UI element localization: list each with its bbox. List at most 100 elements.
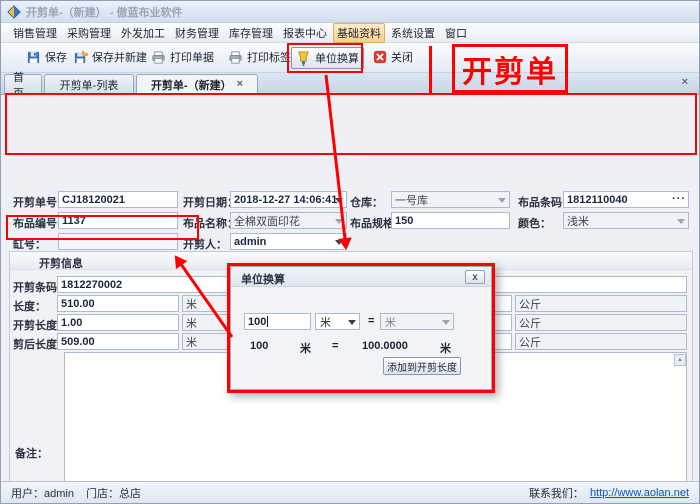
fabric-name-field[interactable]: 全棉双面印花: [230, 212, 347, 229]
cut-info-title: 开剪信息: [39, 255, 83, 271]
chevron-down-icon[interactable]: [348, 320, 356, 325]
browse-dots-icon[interactable]: ···: [672, 193, 686, 205]
fabric-barcode-field[interactable]: 1812110040 ···: [563, 191, 689, 208]
fabric-name-value: 全棉双面印花: [234, 213, 300, 229]
vat-no-label: 缸号：: [13, 236, 46, 252]
length-unit-value: 米: [186, 296, 197, 312]
chevron-down-icon: [498, 198, 506, 203]
tab-bar: 首页 开剪单-列表 开剪单-（新建） ×: [1, 73, 699, 95]
unit-convert-dialog: 单位换算 x 100 米 = 米 100 米 = 100.0000 米: [230, 266, 492, 390]
color-field[interactable]: 浅米: [563, 212, 689, 229]
length-field[interactable]: 510.00: [57, 295, 179, 312]
menu-system-settings[interactable]: 系统设置: [387, 23, 439, 43]
cut-barcode-value: 1812270002: [61, 279, 122, 291]
window-title: 开剪单-（新建） - 傲蓝布业软件: [26, 4, 182, 20]
tab-cut-order-new[interactable]: 开剪单-（新建） ×: [136, 74, 258, 94]
chevron-down-icon: [677, 219, 685, 224]
to-unit-select[interactable]: 米: [380, 313, 454, 330]
pane-close-icon[interactable]: ×: [682, 77, 688, 88]
color-label: 颜色：: [518, 215, 551, 231]
cutter-value: admin: [234, 236, 266, 248]
print-label-label: 打印标签: [247, 49, 291, 65]
menu-outsourcing[interactable]: 外发加工: [117, 23, 169, 43]
quantity-input[interactable]: 100: [244, 313, 311, 330]
save-icon: [26, 50, 41, 65]
save-label: 保存: [45, 49, 67, 65]
print-document-button[interactable]: 打印单据: [151, 49, 214, 65]
unit-convert-label: 单位换算: [315, 50, 359, 66]
fabric-spec-field[interactable]: 150: [391, 212, 510, 229]
dialog-close-icon: x: [472, 272, 478, 283]
weight-unit-field: 公斤: [515, 295, 687, 312]
warehouse-field[interactable]: 一号库: [391, 191, 510, 208]
save-new-icon: [73, 50, 88, 65]
save-and-new-button[interactable]: 保存并新建: [73, 49, 147, 65]
tab-cut-order-list-label: 开剪单-列表: [60, 77, 119, 93]
save-button[interactable]: 保存: [26, 49, 67, 65]
close-button[interactable]: 关闭: [373, 49, 413, 65]
weight-unit-value: 公斤: [519, 296, 541, 312]
annotation-big-label-text: 开剪单: [462, 47, 558, 91]
menu-finance[interactable]: 财务管理: [171, 23, 223, 43]
chevron-down-icon: [335, 219, 343, 224]
from-unit-select[interactable]: 米: [315, 313, 360, 330]
add-to-cut-length-label: 添加到开剪长度: [387, 359, 457, 374]
print-document-label: 打印单据: [170, 49, 214, 65]
menu-window[interactable]: 窗口: [441, 23, 471, 43]
cut-length-value: 1.00: [61, 317, 82, 329]
save-and-new-label: 保存并新建: [92, 49, 147, 65]
print-label-button[interactable]: 打印标签: [228, 49, 291, 65]
annotation-connector-line: [429, 46, 432, 94]
after-weight-unit-field: 公斤: [515, 333, 687, 350]
aolan-website-link[interactable]: http://www.aolan.net: [590, 487, 689, 499]
fabric-spec-value: 150: [395, 215, 413, 227]
cut-length-field[interactable]: 1.00: [57, 314, 179, 331]
vat-no-field[interactable]: [58, 233, 178, 250]
menu-inventory[interactable]: 库存管理: [225, 23, 277, 43]
after-length-value: 509.00: [61, 336, 95, 348]
annotation-box-dialog: 单位换算 x 100 米 = 米 100 米 = 100.0000 米: [227, 263, 495, 393]
calc-result-unit: 米: [440, 340, 451, 356]
fabric-no-field[interactable]: 1137: [58, 212, 178, 229]
unit-convert-icon: [296, 51, 311, 66]
status-user: 用户：admin: [11, 485, 74, 501]
printer-icon: [151, 50, 166, 65]
menu-basic-data[interactable]: 基础资料: [333, 23, 385, 43]
unit-convert-button[interactable]: 单位换算: [291, 47, 364, 69]
calc-equals: =: [332, 340, 338, 352]
text-caret: [267, 316, 268, 327]
remark-label: 备注：: [15, 445, 48, 461]
cut-length-unit-value: 米: [186, 315, 197, 331]
calc-value: 100: [250, 340, 268, 352]
after-length-unit-value: 米: [186, 334, 197, 350]
status-bar: 用户：admin 门店：总店 联系我们： http://www.aolan.ne…: [1, 481, 699, 504]
cut-date-field[interactable]: 2018-12-27 14:06:41: [230, 191, 347, 208]
after-length-field[interactable]: 509.00: [57, 333, 179, 350]
menu-sales[interactable]: 销售管理: [9, 23, 61, 43]
menu-bar: 销售管理 采购管理 外发加工 财务管理 库存管理 报表中心 基础资料 系统设置 …: [1, 23, 699, 43]
tab-cut-order-list[interactable]: 开剪单-列表: [44, 74, 134, 94]
fabric-barcode-value: 1812110040: [567, 194, 628, 206]
tab-cut-order-new-label: 开剪单-（新建）: [151, 77, 232, 93]
scroll-up-icon[interactable]: ▲: [674, 354, 686, 366]
add-to-cut-length-button[interactable]: 添加到开剪长度: [383, 357, 461, 375]
equals-sign: =: [368, 315, 374, 327]
close-label: 关闭: [391, 49, 413, 65]
warehouse-label: 仓库：: [350, 194, 383, 210]
chevron-down-icon[interactable]: [335, 240, 343, 245]
cutter-field[interactable]: admin: [230, 233, 347, 250]
menu-purchase[interactable]: 采购管理: [63, 23, 115, 43]
color-value: 浅米: [567, 213, 589, 229]
tab-home[interactable]: 首页: [4, 74, 42, 94]
toolbar: 保存 保存并新建 打印单据: [1, 43, 699, 73]
from-unit-value: 米: [320, 314, 331, 330]
chevron-down-icon[interactable]: [335, 198, 343, 203]
annotation-big-label: 开剪单: [452, 44, 568, 93]
length-value: 510.00: [61, 298, 95, 310]
dialog-close-button[interactable]: x: [465, 270, 485, 284]
tab-close-icon[interactable]: ×: [237, 79, 243, 90]
order-no-field[interactable]: CJ18120021: [58, 191, 178, 208]
menu-reports[interactable]: 报表中心: [279, 23, 331, 43]
close-icon: [373, 50, 387, 64]
cutter-label: 开剪人：: [183, 236, 227, 252]
